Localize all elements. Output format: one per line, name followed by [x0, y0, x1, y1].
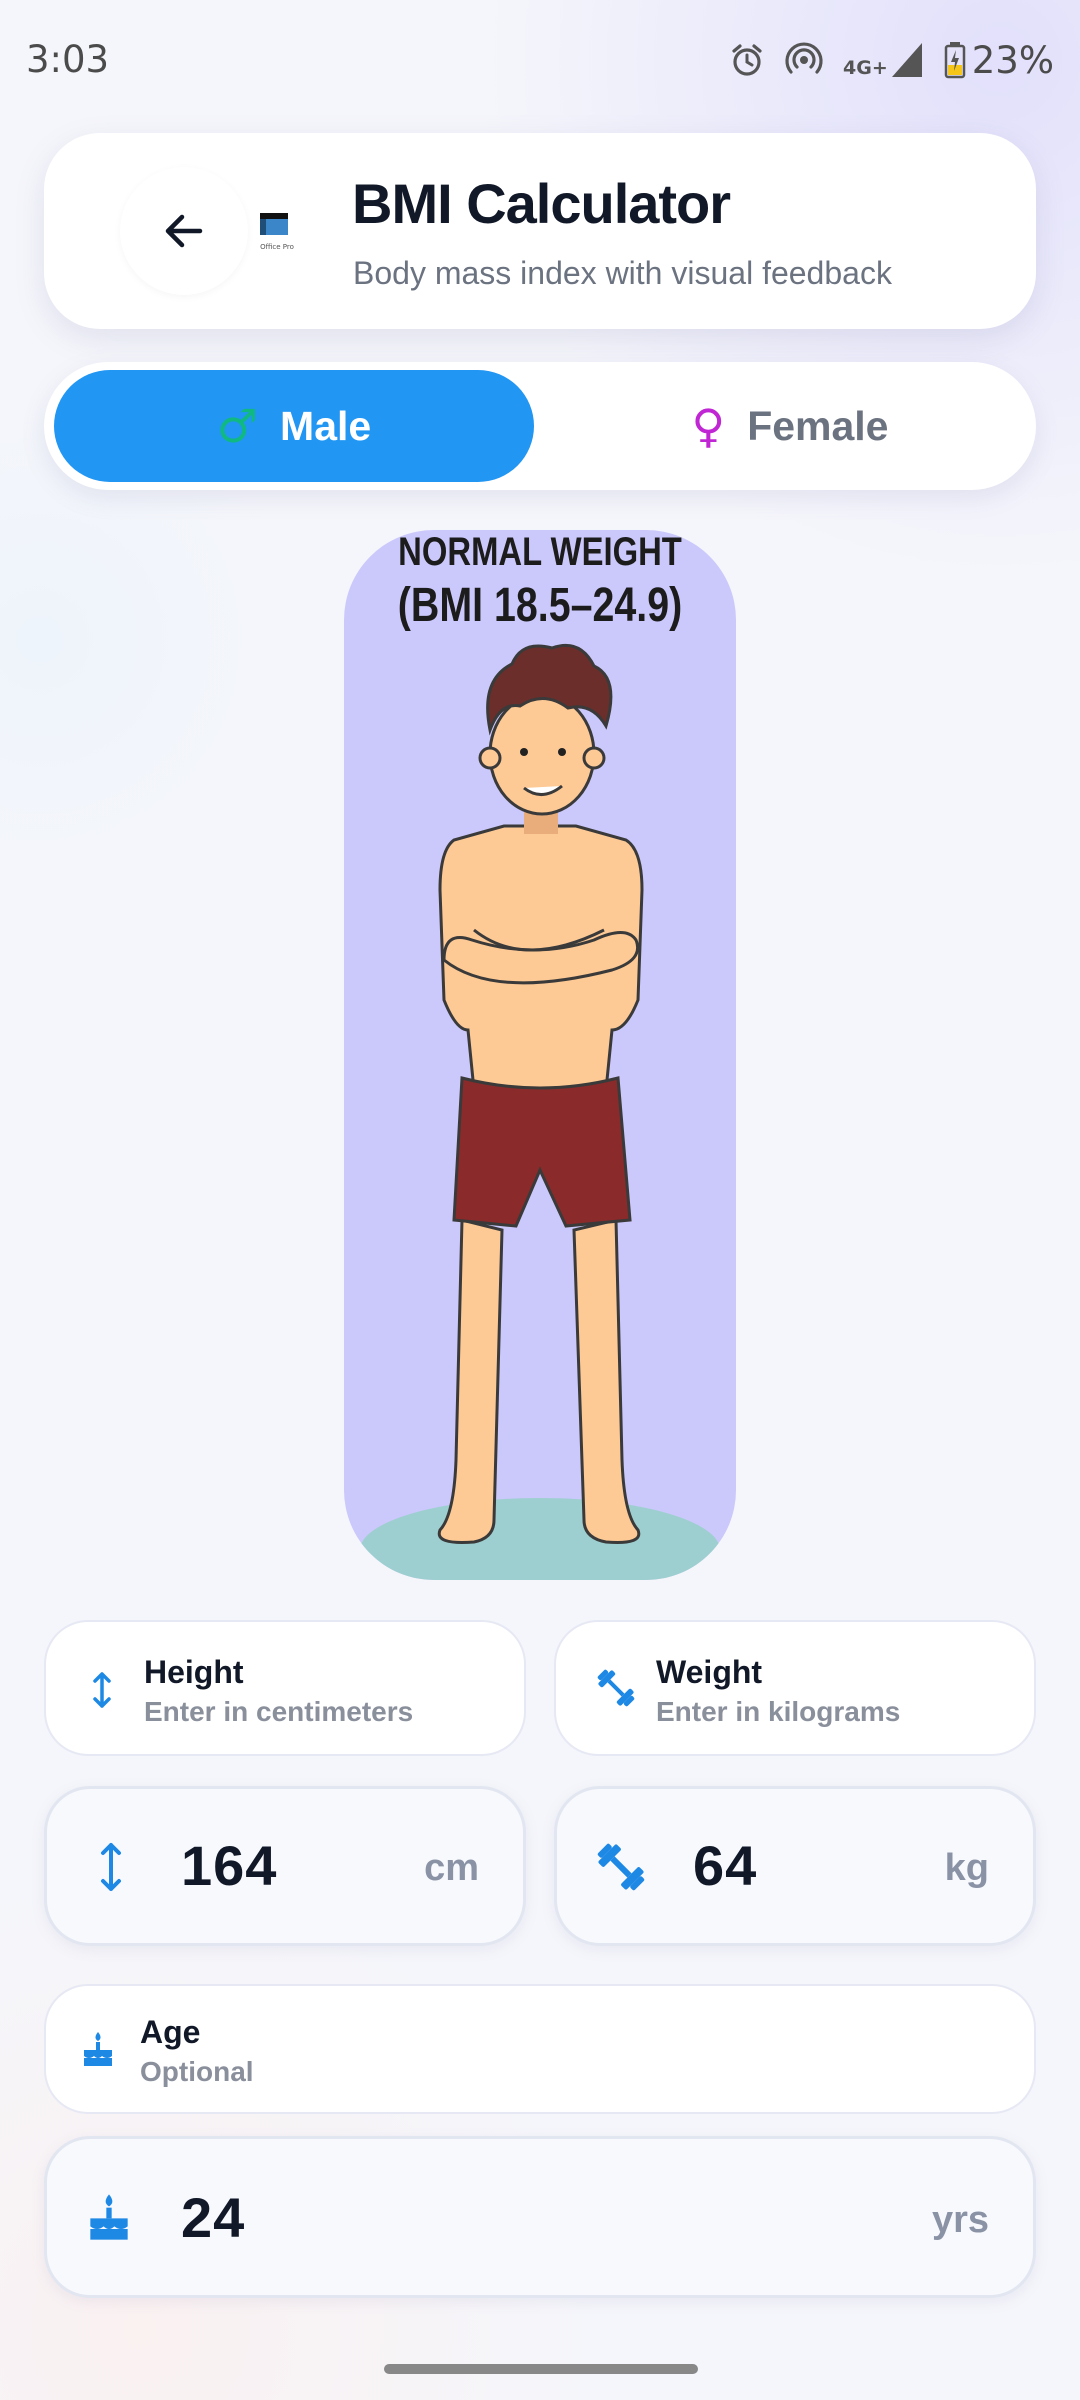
- male-icon: ♂: [216, 399, 259, 453]
- weight-info-card: Weight Enter in kilograms: [554, 1620, 1036, 1756]
- dumbbell-icon: [597, 1669, 635, 1707]
- age-hint: Optional: [140, 2056, 254, 2087]
- height-hint: Enter in centimeters: [144, 1696, 414, 1727]
- battery-percent: 23%: [971, 38, 1054, 82]
- height-value[interactable]: 164: [181, 1833, 277, 1898]
- height-unit: cm: [424, 1847, 479, 1889]
- age-info-card: Age Optional: [44, 1984, 1036, 2114]
- arrow-left-icon: [165, 214, 203, 248]
- header-card: Office Pro BMI Calculator Body mass inde…: [44, 133, 1036, 329]
- home-indicator[interactable]: [384, 2364, 698, 2374]
- hotspot-icon: [785, 42, 823, 74]
- status-time: 3:03: [26, 38, 110, 81]
- gender-female-label: Female: [747, 402, 889, 449]
- weight-unit: kg: [944, 1847, 989, 1889]
- gender-toggle: ♂ Male ♀ Female: [44, 362, 1036, 490]
- age-input-field[interactable]: 24 yrs: [44, 2136, 1036, 2298]
- gender-female-button[interactable]: ♀ Female: [550, 370, 1030, 482]
- weight-hint: Enter in kilograms: [656, 1696, 901, 1727]
- gender-male-button[interactable]: ♂ Male: [54, 370, 534, 482]
- page-title: BMI Calculator: [352, 172, 731, 235]
- alarm-icon: [732, 44, 762, 76]
- page-subtitle: Body mass index with visual feedback: [353, 255, 892, 291]
- cake-icon: [84, 2032, 112, 2066]
- weight-value[interactable]: 64: [693, 1833, 757, 1898]
- height-info-card: Height Enter in centimeters: [44, 1620, 526, 1756]
- signal-icon: [891, 43, 922, 77]
- app-logo: Office Pro: [254, 207, 300, 253]
- dumbbell-icon: [597, 1843, 645, 1891]
- body-illustration: NORMAL WEIGHT (BMI 18.5–24.9): [344, 530, 736, 1580]
- network-type: 4G+: [843, 57, 888, 79]
- age-title: Age: [140, 2014, 201, 2050]
- person-figure: [360, 643, 720, 1580]
- back-button[interactable]: [120, 167, 248, 295]
- height-input-field[interactable]: 164 cm: [44, 1786, 526, 1946]
- age-unit: yrs: [931, 2199, 989, 2241]
- weight-input-field[interactable]: 64 kg: [554, 1786, 1036, 1946]
- female-icon: ♀: [691, 399, 726, 453]
- status-icons: 4G+ 23%: [729, 36, 1054, 84]
- weight-title: Weight: [656, 1654, 763, 1690]
- height-arrows-icon: [93, 1672, 111, 1708]
- height-title: Height: [144, 1654, 244, 1690]
- height-arrows-icon: [101, 1843, 121, 1891]
- cake-icon: [90, 2194, 128, 2240]
- gender-male-label: Male: [280, 402, 372, 449]
- app-logo-text: Office Pro: [260, 243, 294, 251]
- battery-charging-icon: [944, 42, 965, 79]
- age-value[interactable]: 24: [181, 2185, 245, 2250]
